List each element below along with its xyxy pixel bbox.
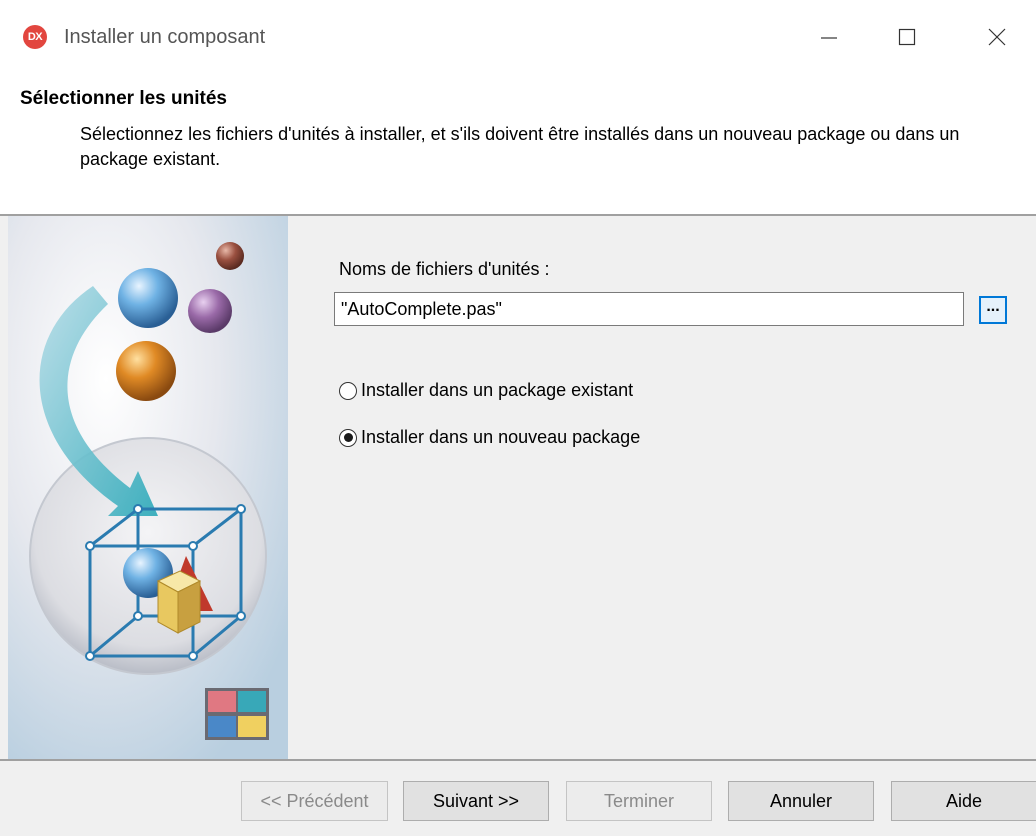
- title-bar: DX Installer un composant: [0, 0, 1036, 78]
- purple-sphere-icon: [188, 289, 232, 333]
- radio-button-checked[interactable]: [339, 428, 357, 447]
- radio-existing-package[interactable]: Installer dans un package existant: [339, 380, 633, 401]
- radio-new-package[interactable]: Installer dans un nouveau package: [339, 427, 640, 448]
- radio-button-unchecked[interactable]: [339, 381, 357, 400]
- app-logo-icon: DX: [23, 25, 47, 49]
- blue-sphere-icon: [118, 268, 178, 328]
- window-title: Installer un composant: [64, 26, 266, 48]
- page-title: Sélectionner les unités: [20, 88, 227, 109]
- orange-sphere-icon: [116, 341, 176, 401]
- maximize-icon: [898, 28, 916, 46]
- close-button[interactable]: [974, 15, 1020, 59]
- unit-files-label: Noms de fichiers d'unités :: [339, 259, 550, 279]
- radio-new-label: Installer dans un nouveau package: [361, 427, 641, 447]
- previous-button[interactable]: << Précédent: [241, 781, 388, 821]
- radio-existing-label: Installer dans un package existant: [361, 380, 634, 400]
- minimize-icon: [821, 37, 837, 39]
- yellow-cube-icon: [156, 570, 202, 634]
- radio-selected-dot: [343, 433, 353, 442]
- wizard-footer: << Précédent Suivant >> Terminer Annuler…: [0, 761, 1036, 836]
- cancel-button[interactable]: Annuler: [728, 781, 874, 821]
- close-icon: [988, 28, 1006, 46]
- wizard-illustration: [8, 216, 288, 759]
- finish-button[interactable]: Terminer: [566, 781, 712, 821]
- browse-button[interactable]: ...: [979, 296, 1007, 324]
- color-tiles-icon: [205, 688, 269, 740]
- wizard-body: Noms de fichiers d'unités : ... Installe…: [0, 216, 1036, 759]
- next-button[interactable]: Suivant >>: [403, 781, 549, 821]
- wizard-header: Sélectionner les unités Sélectionnez les…: [0, 78, 1036, 215]
- minimize-button[interactable]: [806, 15, 852, 59]
- brown-sphere-icon: [216, 242, 244, 270]
- page-description: Sélectionnez les fichiers d'unités à ins…: [80, 124, 960, 169]
- help-button[interactable]: Aide: [891, 781, 1036, 821]
- maximize-button[interactable]: [884, 15, 930, 59]
- unit-files-input[interactable]: [334, 292, 964, 326]
